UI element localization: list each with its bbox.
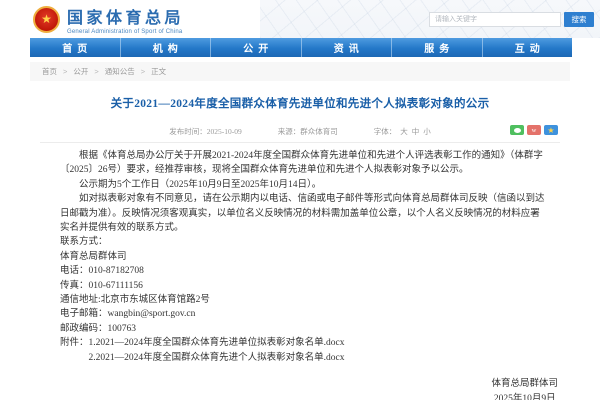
contact-address: 通信地址:北京市东城区体育馆路2号 <box>60 293 545 307</box>
search-bar: 搜索 <box>429 12 594 27</box>
nav-item-interact[interactable]: 互动 <box>482 38 573 57</box>
article-meta: 发布时间：2025-10-09 来源：群众体育司 字体： 大 中 小 w ★ <box>40 123 560 143</box>
main-nav: 首页 机构 公开 资讯 服务 互动 <box>30 38 572 57</box>
font-size-small[interactable]: 小 <box>423 126 431 137</box>
nav-item-public[interactable]: 公开 <box>210 38 301 57</box>
signature-unit: 体育总局群体司 <box>491 377 558 392</box>
contact-phone: 电话：010-87182708 <box>60 264 545 278</box>
paragraph: 公示期为5个工作日（2025年10月9日至2025年10月14日）。 <box>60 178 545 192</box>
breadcrumb-separator: > <box>141 67 145 76</box>
attachment-link-2[interactable]: 2.2021—2024年度全国群众体育先进个人拟表彰对象名单.docx <box>89 351 345 365</box>
nav-item-news[interactable]: 资讯 <box>301 38 392 57</box>
site-name-english: General Administration of Sport of China <box>67 29 184 35</box>
search-button[interactable]: 搜索 <box>564 12 594 27</box>
contact-email: 电子邮箱：wangbin@sport.gov.cn <box>60 307 545 321</box>
breadcrumb-current: 正文 <box>151 66 166 77</box>
publish-date: 发布时间：2025-10-09 <box>169 126 242 137</box>
site-name: 国家体育总局 <box>67 4 184 28</box>
signature-block: 体育总局群体司 2025年10月9日 <box>491 377 558 400</box>
contact-postcode: 邮政编码：100763 <box>60 322 545 336</box>
font-size-medium[interactable]: 中 <box>412 126 420 137</box>
favorite-star-icon[interactable]: ★ <box>544 125 558 135</box>
font-size-label: 字体： <box>374 126 397 137</box>
wechat-share-icon[interactable] <box>510 125 524 135</box>
weibo-share-icon[interactable]: w <box>527 125 541 135</box>
font-size-controls: 字体： 大 中 小 <box>374 126 431 137</box>
search-input[interactable] <box>429 12 561 27</box>
article-body: 根据《体育总局办公厅关于开展2021-2024年度全国群众体育先进单位和先进个人… <box>30 149 570 365</box>
article-title: 关于2021—2024年度全国群众体育先进单位和先进个人拟表彰对象的公示 <box>30 95 570 111</box>
breadcrumb-separator: > <box>94 67 98 76</box>
breadcrumb-public[interactable]: 公开 <box>73 66 88 77</box>
attachment-link-1[interactable]: 1.2021—2024年度全国群众体育先进单位拟表彰对象名单.docx <box>89 336 345 350</box>
site-logo[interactable]: ★ 国家体育总局 General Administration of Sport… <box>33 4 184 35</box>
breadcrumb-separator: > <box>63 67 67 76</box>
breadcrumb-notices[interactable]: 通知公告 <box>105 66 135 77</box>
share-buttons: w ★ <box>510 125 558 135</box>
attachments: 附件： 1.2021—2024年度全国群众体育先进单位拟表彰对象名单.docx … <box>60 336 545 365</box>
national-emblem-icon: ★ <box>33 6 60 33</box>
article-source: 来源：群众体育司 <box>278 126 338 137</box>
breadcrumb: 首页 > 公开 > 通知公告 > 正文 <box>30 62 570 81</box>
nav-item-agencies[interactable]: 机构 <box>120 38 211 57</box>
article: 关于2021—2024年度全国群众体育先进单位和先进个人拟表彰对象的公示 发布时… <box>30 81 570 400</box>
contact-heading: 联系方式： <box>60 235 545 249</box>
paragraph: 如对拟表彰对象有不同意见，请在公示期内以电话、信函或电子邮件等形式向体育总局群体… <box>60 192 545 235</box>
page: ★ 国家体育总局 General Administration of Sport… <box>0 0 600 400</box>
site-header: ★ 国家体育总局 General Administration of Sport… <box>0 0 600 38</box>
nav-item-services[interactable]: 服务 <box>391 38 482 57</box>
contact-unit: 体育总局群体司 <box>60 250 545 264</box>
font-size-large[interactable]: 大 <box>400 126 408 137</box>
attachments-label: 附件： <box>60 336 89 365</box>
contact-fax: 传真：010-67111156 <box>60 279 545 293</box>
paragraph: 根据《体育总局办公厅关于开展2021-2024年度全国群众体育先进单位和先进个人… <box>60 149 545 178</box>
signature-date: 2025年10月9日 <box>491 392 558 400</box>
breadcrumb-home[interactable]: 首页 <box>42 66 57 77</box>
nav-item-home[interactable]: 首页 <box>30 38 120 57</box>
